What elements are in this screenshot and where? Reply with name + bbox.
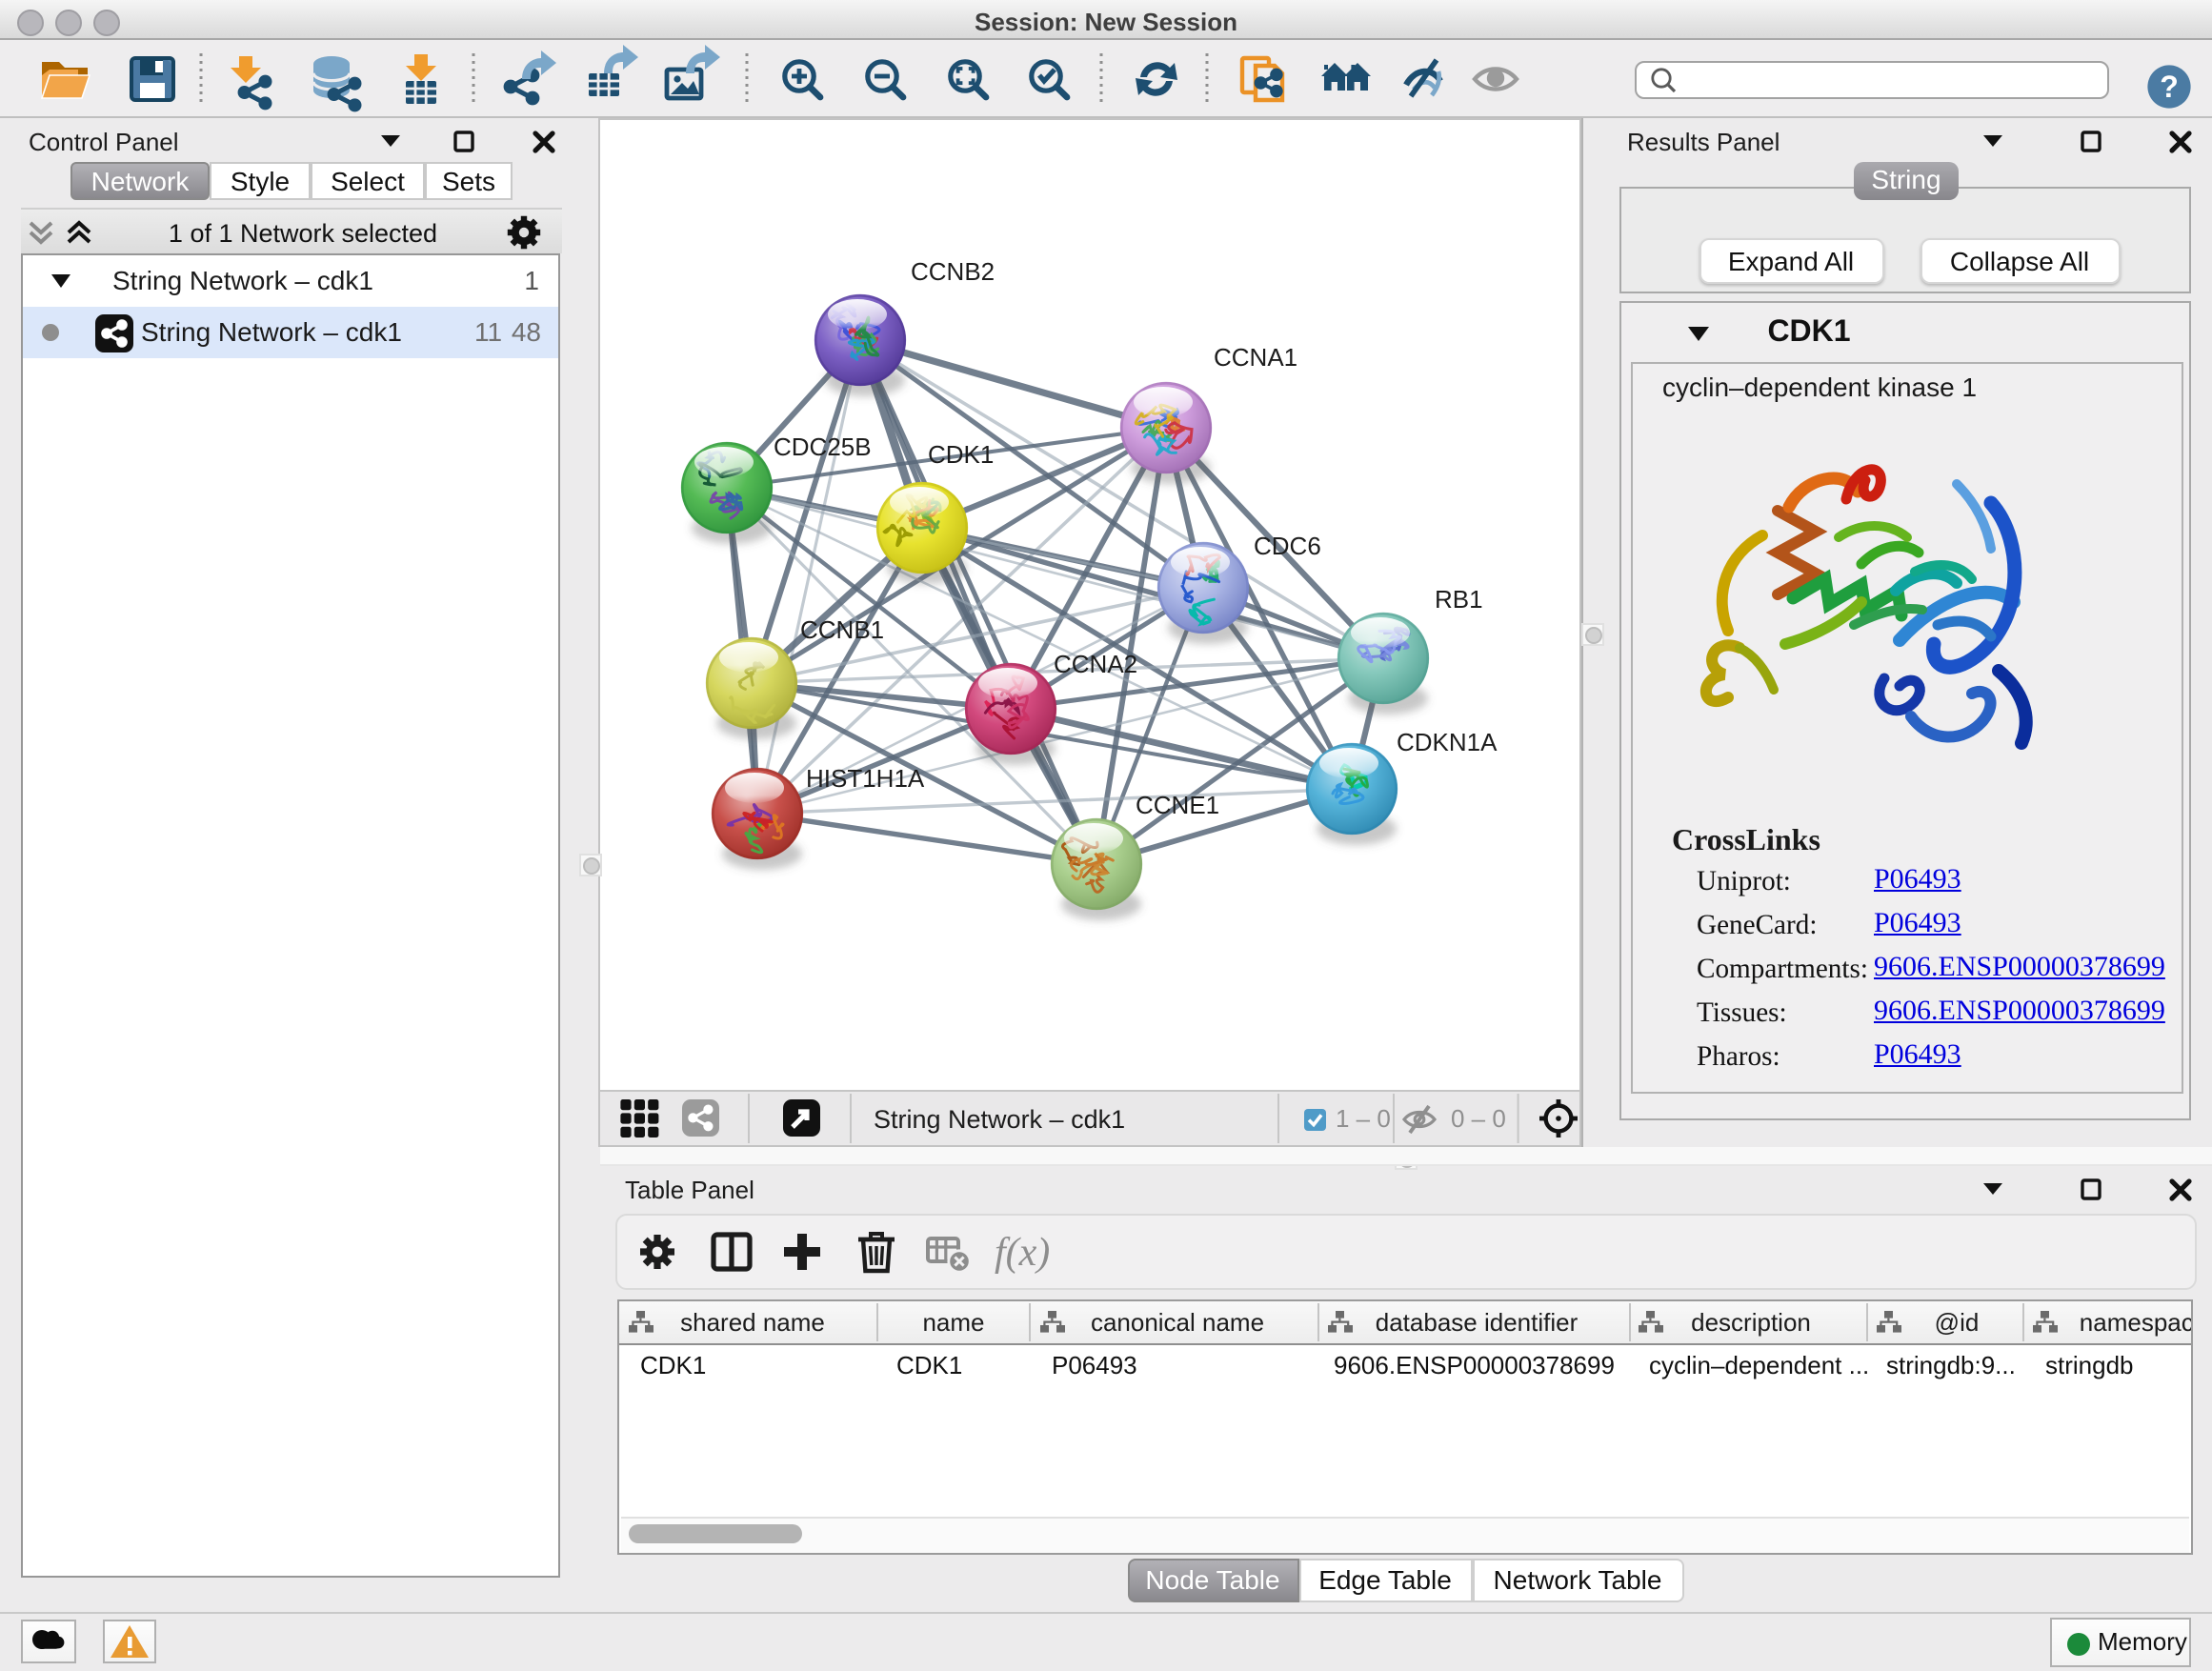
svg-text:f(x): f(x) [995, 1231, 1050, 1275]
svg-text:name: name [922, 1307, 984, 1336]
svg-text:CDC6: CDC6 [1254, 532, 1321, 560]
svg-text:0 – 0: 0 – 0 [1451, 1104, 1506, 1133]
svg-text:CDC25B: CDC25B [774, 433, 872, 461]
svg-text:CDKN1A: CDKN1A [1397, 728, 1498, 756]
svg-text:1 – 0: 1 – 0 [1336, 1104, 1391, 1133]
svg-text:CCNA1: CCNA1 [1214, 343, 1297, 372]
svg-text:1 of 1 Network selected: 1 of 1 Network selected [169, 219, 437, 248]
svg-text:@id: @id [1935, 1307, 1980, 1336]
svg-text:CCNB2: CCNB2 [911, 257, 995, 286]
svg-text:description: description [1691, 1307, 1811, 1336]
svg-text:CDK1: CDK1 [928, 440, 994, 469]
svg-text:canonical name: canonical name [1091, 1307, 1264, 1336]
svg-text:shared name: shared name [680, 1307, 825, 1336]
svg-text:?: ? [2160, 70, 2179, 104]
svg-text:HIST1H1A: HIST1H1A [806, 764, 925, 793]
svg-text:CCNB1: CCNB1 [800, 615, 884, 644]
svg-text:CCNA2: CCNA2 [1054, 650, 1137, 678]
svg-text:RB1: RB1 [1435, 585, 1483, 614]
svg-text:String Network – cdk1: String Network – cdk1 [874, 1105, 1125, 1134]
svg-text:database identifier: database identifier [1376, 1307, 1579, 1336]
svg-text:CCNE1: CCNE1 [1136, 791, 1219, 819]
svg-text:namespace: namespace [2080, 1307, 2191, 1336]
